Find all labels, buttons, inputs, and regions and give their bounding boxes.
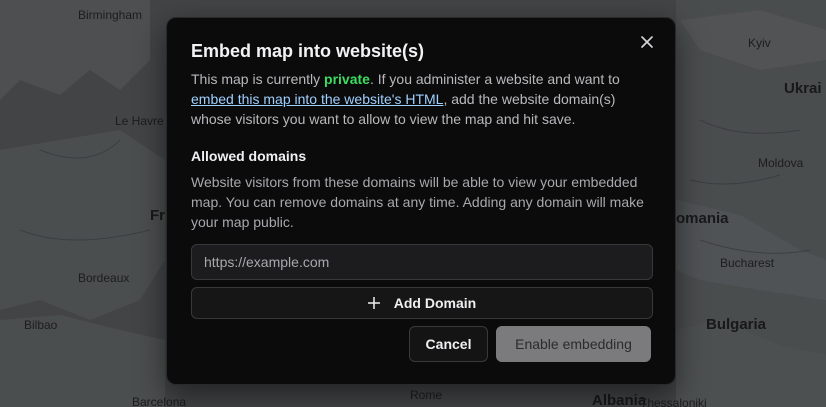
domain-input[interactable] [191,244,653,280]
close-button[interactable] [637,32,657,52]
embed-map-dialog: Embed map into website(s) This map is cu… [166,17,676,385]
add-domain-button[interactable]: Add Domain [191,287,653,319]
plus-icon [367,297,380,309]
allowed-domains-description: Website visitors from these domains will… [191,174,644,230]
dialog-description: This map is currently private. If you ad… [191,69,653,129]
embed-html-link[interactable]: embed this map into the website's HTML [191,91,443,107]
close-icon [641,36,653,48]
dialog-actions: Cancel Enable embedding [409,326,651,362]
enable-embedding-button[interactable]: Enable embedding [496,326,651,362]
dialog-title: Embed map into website(s) [191,41,425,61]
add-domain-label: Add Domain [393,295,477,311]
private-status: private [324,71,370,87]
desc-text-mid: . If you administer a website and want t… [369,71,620,87]
desc-text-pre: This map is currently [191,71,325,87]
allowed-domains-heading: Allowed domains [191,148,307,164]
cancel-button[interactable]: Cancel [409,326,488,362]
